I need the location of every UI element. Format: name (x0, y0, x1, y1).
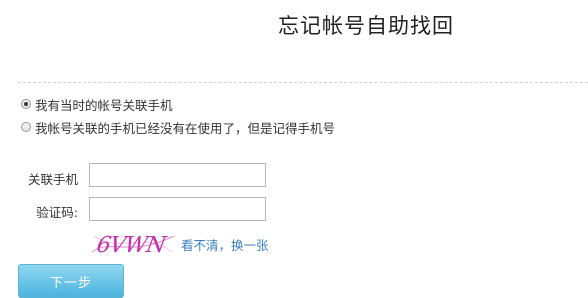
page-title: 忘记帐号自助找回 (278, 14, 454, 38)
captcha-image[interactable]: 6VWN (90, 228, 176, 260)
option-phone-not-in-use[interactable]: 我帐号关联的手机已经没有在使用了，但是记得手机号 (21, 119, 336, 136)
radio-phone-not-in-use[interactable] (21, 122, 31, 132)
next-button[interactable]: 下一步 (18, 264, 124, 298)
divider (18, 82, 588, 83)
radio-has-phone[interactable] (21, 99, 31, 109)
option-has-phone[interactable]: 我有当时的帐号关联手机 (21, 96, 173, 113)
phone-label: 关联手机 (27, 172, 78, 187)
captcha-text: 6VWN (95, 232, 170, 258)
verification-code-input[interactable] (89, 197, 266, 221)
option-has-phone-label: 我有当时的帐号关联手机 (35, 97, 173, 113)
option-phone-not-in-use-label: 我帐号关联的手机已经没有在使用了，但是记得手机号 (35, 120, 336, 136)
refresh-captcha-link[interactable]: 看不清，换一张 (181, 235, 269, 254)
code-label: 验证码: (36, 205, 78, 220)
phone-input[interactable] (89, 163, 266, 187)
